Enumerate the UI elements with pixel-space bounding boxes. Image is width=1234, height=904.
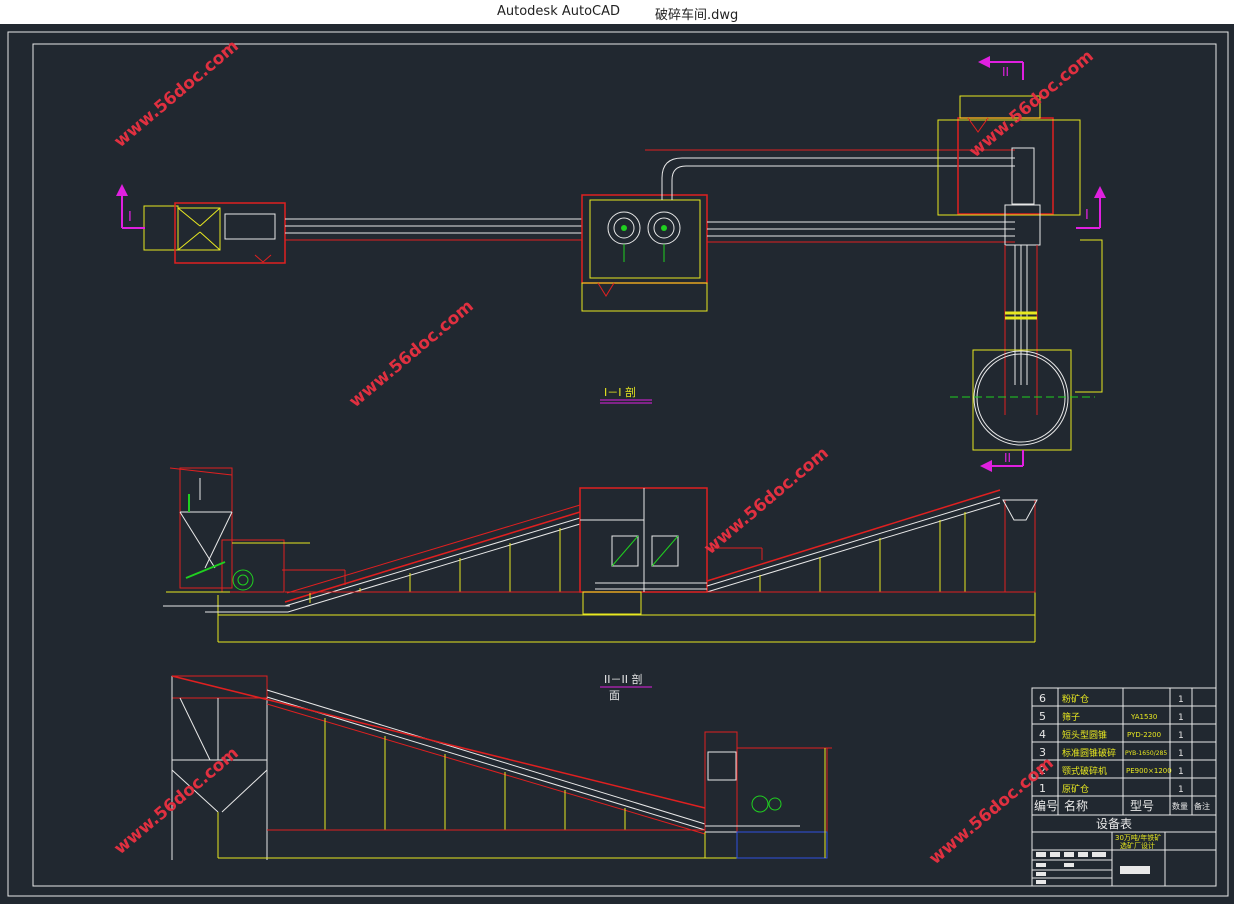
title-block[interactable]: 设备表 30万吨/年铁矿 选矿厂设计 — [1031, 814, 1217, 887]
section-title-2: II－II 剖 — [604, 672, 642, 686]
watermark-4: www.56doc.com — [700, 443, 832, 559]
equipment-table[interactable]: 6 粉矿仓 1 5 筛子 YA1530 1 4 短头型圆锥 PYD-2200 1… — [1031, 687, 1217, 816]
section-2-elevation[interactable] — [171, 675, 832, 860]
file-name: 破碎车间.dwg — [655, 8, 739, 23]
section-mark-1-left: I — [116, 184, 145, 229]
svg-text:选矿厂设计: 选矿厂设计 — [1120, 841, 1155, 850]
svg-text:5: 5 — [1039, 710, 1046, 723]
drawing-canvas[interactable]: I I II II I－I 剖 II－II 剖 面 6 粉矿仓 1 5 筛子 Y… — [0, 24, 1234, 904]
svg-text:YA1530: YA1530 — [1130, 713, 1157, 721]
svg-text:4: 4 — [1039, 728, 1046, 741]
svg-text:PYB-1650/285: PYB-1650/285 — [1125, 750, 1167, 757]
svg-text:PYD-2200: PYD-2200 — [1127, 731, 1161, 739]
svg-text:1: 1 — [1178, 767, 1184, 777]
svg-text:颚式破碎机: 颚式破碎机 — [1062, 765, 1107, 777]
svg-text:数量: 数量 — [1172, 801, 1188, 811]
svg-text:I: I — [128, 210, 132, 225]
svg-text:1: 1 — [1178, 749, 1184, 759]
section-mark-2-bottom: II — [980, 450, 1024, 472]
svg-text:短头型圆锥: 短头型圆锥 — [1062, 729, 1107, 741]
app-name: Autodesk AutoCAD — [497, 4, 621, 19]
svg-text:PE900×1200: PE900×1200 — [1126, 767, 1172, 775]
svg-text:1: 1 — [1178, 785, 1184, 795]
svg-text:原矿仓: 原矿仓 — [1062, 783, 1089, 795]
svg-text:粉矿仓: 粉矿仓 — [1062, 693, 1089, 705]
svg-text:标准圆锥破碎: 标准圆锥破碎 — [1062, 747, 1116, 759]
svg-text:筛子: 筛子 — [1062, 711, 1080, 723]
watermark-1: www.56doc.com — [110, 36, 242, 152]
svg-text:30万吨/年铁矿: 30万吨/年铁矿 — [1115, 833, 1161, 842]
svg-text:1: 1 — [1178, 695, 1184, 705]
section-title-1: I－I 剖 — [604, 385, 636, 399]
svg-text:II: II — [1002, 65, 1009, 79]
watermark-3: www.56doc.com — [345, 296, 477, 412]
svg-text:I: I — [1085, 208, 1089, 223]
svg-text:1: 1 — [1178, 713, 1184, 723]
svg-text:1: 1 — [1178, 731, 1184, 741]
svg-text:名称: 名称 — [1064, 798, 1088, 813]
watermarks: www.56doc.com www.56doc.com www.56doc.co… — [110, 36, 1097, 869]
svg-text:II: II — [1004, 451, 1011, 465]
section-title-2-suffix: 面 — [609, 689, 620, 702]
svg-text:设备表: 设备表 — [1096, 817, 1132, 831]
svg-text:编号: 编号 — [1034, 798, 1058, 813]
section-1-elevation[interactable] — [163, 467, 1038, 643]
window-title-bar: Autodesk AutoCAD 破碎车间.dwg — [0, 0, 1234, 24]
svg-text:型号: 型号 — [1130, 799, 1154, 813]
watermark-5: www.56doc.com — [110, 743, 242, 859]
section-mark-2-top: II — [978, 56, 1024, 80]
svg-text:1: 1 — [1039, 782, 1046, 795]
svg-text:备注: 备注 — [1194, 801, 1210, 811]
svg-text:6: 6 — [1039, 692, 1046, 705]
